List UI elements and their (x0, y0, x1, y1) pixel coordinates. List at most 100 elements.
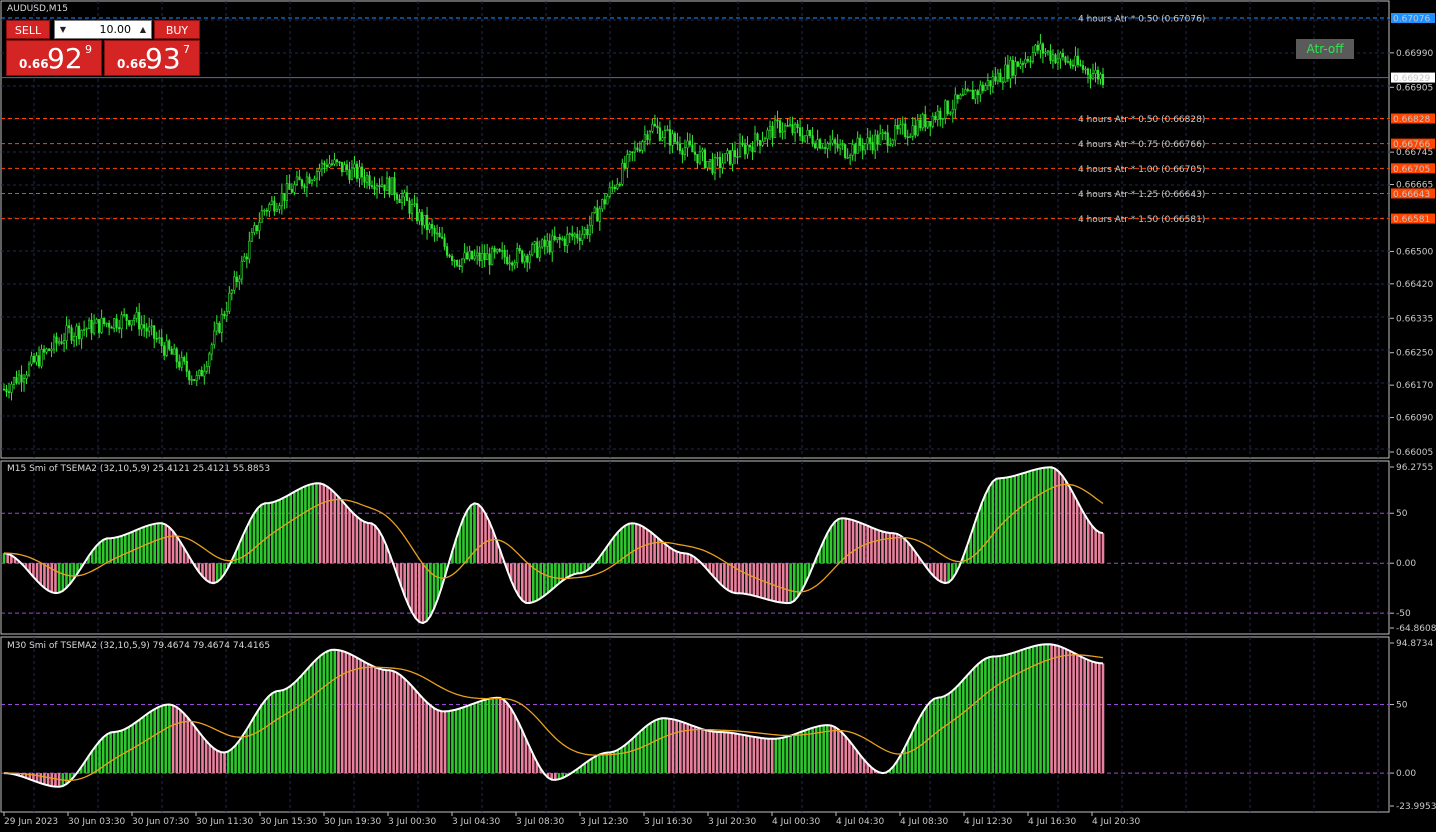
indicator2-bar (377, 668, 381, 774)
candle (816, 129, 819, 151)
candle (65, 316, 68, 350)
candle-body (693, 151, 697, 155)
candle-body (1076, 55, 1080, 65)
candle (571, 225, 574, 241)
candle (403, 189, 406, 206)
candle (300, 178, 304, 190)
candle-body (986, 80, 989, 86)
candle-body (936, 110, 939, 120)
time-axis-label: 4 Jul 16:30 (1028, 817, 1077, 827)
price-axis-label: 0.66005 (1396, 448, 1433, 458)
candle (563, 235, 566, 253)
candle (360, 163, 364, 185)
lot-size-field[interactable]: ▼ 10.00 ▲ (54, 20, 152, 39)
indicator1-bar (362, 521, 366, 564)
indicator1-bar (645, 529, 649, 564)
candle (130, 319, 133, 331)
candle-body (476, 252, 479, 257)
candle-body (113, 318, 116, 329)
atr-off-button[interactable]: Atr-off (1296, 39, 1354, 59)
indicator2-bar (274, 691, 278, 774)
candle-body (1074, 55, 1077, 67)
candle (959, 93, 962, 100)
candle-body (788, 124, 792, 127)
indicator1-bar (1064, 481, 1068, 564)
candle (173, 343, 176, 355)
candle (1036, 40, 1040, 55)
candle (85, 327, 88, 338)
candle-body (135, 311, 138, 319)
candle (809, 129, 812, 139)
candle (313, 175, 316, 182)
indicator1-bar (837, 519, 840, 564)
candle-body (313, 178, 316, 181)
lot-size-value[interactable]: 10.00 (71, 21, 135, 38)
candle-body (934, 115, 937, 120)
candle (60, 334, 63, 345)
buy-button[interactable]: BUY (154, 20, 200, 39)
indicator1-bar (984, 494, 987, 564)
candle (706, 161, 709, 172)
candle-body (643, 134, 646, 143)
candle-body (989, 80, 992, 87)
indicator2-bar (509, 708, 513, 774)
candle-body (949, 112, 952, 115)
candle (425, 206, 429, 240)
indicator2-bar (278, 690, 281, 774)
indicator1-bar (105, 538, 109, 564)
candle-body (698, 151, 702, 164)
candle-body (240, 260, 243, 280)
indicator1-bar (612, 536, 616, 564)
candle-body (35, 355, 38, 363)
candle-body (365, 175, 369, 183)
indicator1-bar (719, 563, 723, 585)
candle (453, 259, 456, 268)
indicator1-bar (208, 563, 212, 583)
candle-body (37, 355, 41, 367)
candle (831, 129, 834, 146)
candle (168, 339, 171, 352)
candle (798, 119, 802, 141)
candle (521, 249, 524, 264)
indicator2-bar (46, 773, 50, 786)
increase-lot-icon[interactable]: ▲ (135, 21, 151, 38)
indicator1-bar (278, 499, 281, 564)
candle-body (626, 154, 629, 169)
candle-body (974, 90, 977, 100)
indicator1-bar (995, 478, 998, 564)
candle (190, 375, 193, 386)
indicator1-bar (256, 508, 259, 564)
candle-body (453, 259, 456, 262)
indicator1-histogram (2, 467, 1105, 624)
candle (413, 194, 416, 207)
indicator2-bar (620, 747, 623, 774)
trading-chart[interactable]: 0.669900.669050.667450.666650.665000.664… (0, 0, 1436, 832)
indicator1-bar (730, 563, 734, 593)
indicator2-bar (462, 707, 465, 774)
candle-body (466, 252, 469, 260)
candle-body (528, 254, 531, 263)
candle-body (238, 278, 241, 283)
candle (548, 233, 551, 255)
candle-body (581, 233, 584, 242)
indicator2-bar (296, 679, 300, 774)
candle-body (305, 176, 309, 188)
indicator2-bar (686, 723, 689, 774)
indicator2-bar (594, 756, 598, 774)
indicator2-bar (829, 725, 833, 774)
candle (736, 148, 739, 165)
decrease-lot-icon[interactable]: ▼ (55, 21, 71, 38)
indicator1-bar (667, 547, 671, 564)
sell-button[interactable]: SELL (6, 20, 50, 39)
price-axis-label: 0.66090 (1396, 414, 1433, 424)
candle-body (803, 135, 807, 142)
buy-price-box[interactable]: 0.66 93 7 (104, 40, 200, 76)
candle-body (916, 119, 919, 136)
candle-body (1059, 53, 1062, 60)
indicator1-bar (267, 503, 270, 564)
sell-price-box[interactable]: 0.66 92 9 (6, 40, 102, 76)
candle (931, 112, 934, 129)
candle (1014, 56, 1017, 85)
candle-body (42, 348, 46, 353)
candle (32, 352, 36, 364)
